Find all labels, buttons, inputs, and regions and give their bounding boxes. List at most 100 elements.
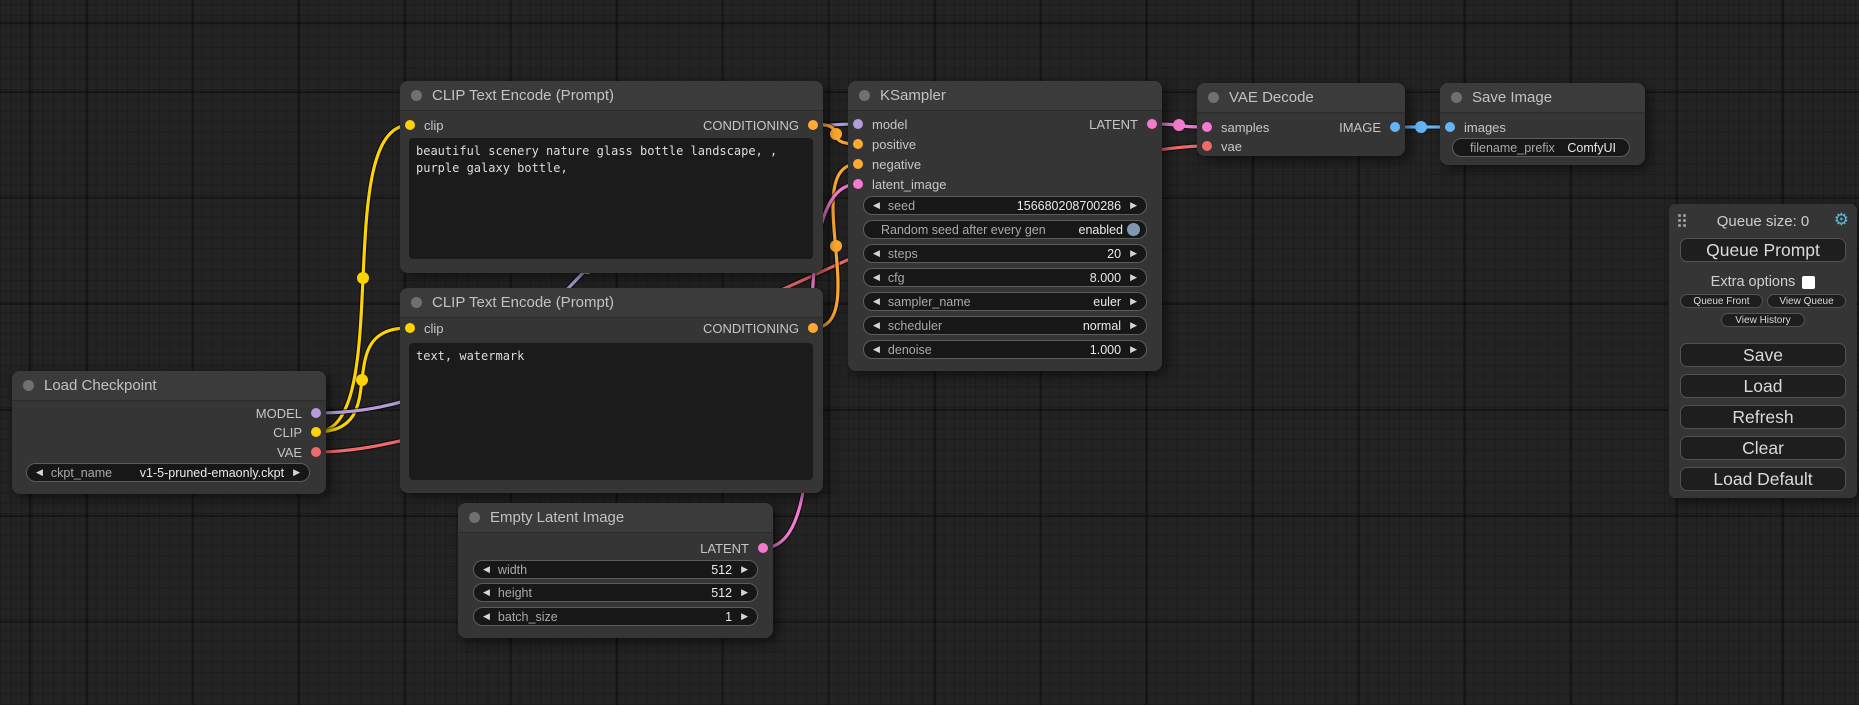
model-port-icon[interactable] (853, 119, 863, 129)
stepper-left-icon[interactable]: ◀ (483, 588, 490, 597)
stepper-left-icon[interactable]: ◀ (873, 297, 880, 306)
gear-icon[interactable]: ⚙ (1834, 210, 1849, 230)
input-slot-model[interactable]: model (853, 115, 907, 133)
conditioning-port-icon[interactable] (808, 323, 818, 333)
view-history-button[interactable]: View History (1721, 313, 1805, 327)
output-slot-model[interactable]: MODEL (256, 404, 321, 422)
stepper-right-icon[interactable]: ▶ (1130, 345, 1137, 354)
stepper-left-icon[interactable]: ◀ (873, 201, 880, 210)
view-queue-button[interactable]: View Queue (1767, 294, 1846, 308)
node-empty-latent-image[interactable]: Empty Latent Image LATENT ◀ width 512 ▶ … (458, 503, 773, 638)
random-seed-toggle[interactable]: Random seed after every gen enabled (863, 220, 1147, 239)
node-graph-canvas[interactable]: Load Checkpoint MODEL CLIP VAE ◀ ckpt_na… (0, 0, 1859, 705)
node-title-bar[interactable]: Empty Latent Image (458, 503, 773, 533)
latent-port-icon[interactable] (1202, 122, 1212, 132)
scheduler-widget[interactable]: ◀ scheduler normal ▶ (863, 316, 1147, 335)
conditioning-port-icon[interactable] (853, 139, 863, 149)
output-slot-clip[interactable]: CLIP (273, 423, 321, 441)
stepper-left-icon[interactable]: ◀ (873, 249, 880, 258)
collapse-dot-icon[interactable] (469, 512, 480, 523)
input-slot-vae[interactable]: vae (1202, 137, 1242, 155)
latent-port-icon[interactable] (1147, 119, 1157, 129)
queue-front-button[interactable]: Queue Front (1680, 294, 1763, 308)
node-title-bar[interactable]: CLIP Text Encode (Prompt) (400, 81, 823, 111)
stepper-right-icon[interactable]: ▶ (1130, 273, 1137, 282)
node-title-bar[interactable]: Load Checkpoint (12, 371, 326, 401)
seed-widget[interactable]: ◀ seed 156680208700286 ▶ (863, 196, 1147, 215)
stepper-right-icon[interactable]: ▶ (741, 588, 748, 597)
stepper-right-icon[interactable]: ▶ (741, 612, 748, 621)
batch-size-widget[interactable]: ◀ batch_size 1 ▶ (473, 607, 758, 626)
node-ksampler[interactable]: KSampler model positive negative latent_… (848, 81, 1162, 371)
vae-port-icon[interactable] (311, 447, 321, 457)
input-slot-clip[interactable]: clip (405, 116, 444, 134)
input-slot-images[interactable]: images (1445, 118, 1506, 136)
stepper-left-icon[interactable]: ◀ (873, 345, 880, 354)
positive-prompt-textarea[interactable]: beautiful scenery nature glass bottle la… (409, 138, 813, 259)
width-widget[interactable]: ◀ width 512 ▶ (473, 560, 758, 579)
node-clip-text-encode-negative[interactable]: CLIP Text Encode (Prompt) clip CONDITION… (400, 288, 823, 493)
output-slot-latent[interactable]: LATENT (700, 539, 768, 557)
conditioning-port-icon[interactable] (853, 159, 863, 169)
stepper-left-icon[interactable]: ◀ (873, 321, 880, 330)
height-widget[interactable]: ◀ height 512 ▶ (473, 583, 758, 602)
stepper-right-icon[interactable]: ▶ (741, 565, 748, 574)
negative-prompt-textarea[interactable]: text, watermark (409, 343, 813, 480)
clear-button[interactable]: Clear (1680, 436, 1846, 460)
node-title-bar[interactable]: KSampler (848, 81, 1162, 111)
filename-prefix-widget[interactable]: filename_prefix ComfyUI (1452, 138, 1630, 157)
clip-port-icon[interactable] (311, 427, 321, 437)
latent-port-icon[interactable] (853, 179, 863, 189)
queue-prompt-button[interactable]: Queue Prompt (1680, 238, 1846, 262)
collapse-dot-icon[interactable] (1451, 92, 1462, 103)
node-vae-decode[interactable]: VAE Decode samples vae IMAGE (1197, 83, 1405, 156)
stepper-left-icon[interactable]: ◀ (483, 612, 490, 621)
stepper-left-icon[interactable]: ◀ (483, 565, 490, 574)
node-title-bar[interactable]: CLIP Text Encode (Prompt) (400, 288, 823, 318)
node-title-bar[interactable]: Save Image (1440, 83, 1645, 113)
stepper-right-icon[interactable]: ▶ (1130, 321, 1137, 330)
stepper-right-icon[interactable]: ▶ (1130, 297, 1137, 306)
output-slot-image[interactable]: IMAGE (1339, 118, 1400, 136)
steps-widget[interactable]: ◀ steps 20 ▶ (863, 244, 1147, 263)
save-button[interactable]: Save (1680, 343, 1846, 367)
vae-port-icon[interactable] (1202, 141, 1212, 151)
sampler-name-widget[interactable]: ◀ sampler_name euler ▶ (863, 292, 1147, 311)
output-slot-vae[interactable]: VAE (277, 443, 321, 461)
node-clip-text-encode-positive[interactable]: CLIP Text Encode (Prompt) clip CONDITION… (400, 81, 823, 273)
latent-port-icon[interactable] (758, 543, 768, 553)
collapse-dot-icon[interactable] (411, 297, 422, 308)
collapse-dot-icon[interactable] (23, 380, 34, 391)
stepper-left-icon[interactable]: ◀ (873, 273, 880, 282)
extra-options-checkbox[interactable] (1802, 276, 1815, 289)
output-slot-conditioning[interactable]: CONDITIONING (703, 116, 818, 134)
denoise-widget[interactable]: ◀ denoise 1.000 ▶ (863, 340, 1147, 359)
node-title-bar[interactable]: VAE Decode (1197, 83, 1405, 113)
stepper-right-icon[interactable]: ▶ (1130, 201, 1137, 210)
stepper-right-icon[interactable]: ▶ (1130, 249, 1137, 258)
image-port-icon[interactable] (1390, 122, 1400, 132)
ckpt-name-widget[interactable]: ◀ ckpt_name v1-5-pruned-emaonly.ckpt ▶ (26, 463, 310, 482)
output-slot-latent[interactable]: LATENT (1089, 115, 1157, 133)
load-button[interactable]: Load (1680, 374, 1846, 398)
input-slot-positive[interactable]: positive (853, 135, 916, 153)
stepper-right-icon[interactable]: ▶ (293, 468, 300, 477)
load-default-button[interactable]: Load Default (1680, 467, 1846, 491)
toggle-knob-icon[interactable] (1127, 223, 1140, 236)
image-port-icon[interactable] (1445, 122, 1455, 132)
clip-port-icon[interactable] (405, 323, 415, 333)
refresh-button[interactable]: Refresh (1680, 405, 1846, 429)
collapse-dot-icon[interactable] (859, 90, 870, 101)
node-load-checkpoint[interactable]: Load Checkpoint MODEL CLIP VAE ◀ ckpt_na… (12, 371, 326, 494)
input-slot-negative[interactable]: negative (853, 155, 921, 173)
input-slot-clip[interactable]: clip (405, 319, 444, 337)
conditioning-port-icon[interactable] (808, 120, 818, 130)
clip-port-icon[interactable] (405, 120, 415, 130)
input-slot-latent-image[interactable]: latent_image (853, 175, 946, 193)
model-port-icon[interactable] (311, 408, 321, 418)
cfg-widget[interactable]: ◀ cfg 8.000 ▶ (863, 268, 1147, 287)
node-save-image[interactable]: Save Image images filename_prefix ComfyU… (1440, 83, 1645, 165)
collapse-dot-icon[interactable] (1208, 92, 1219, 103)
stepper-left-icon[interactable]: ◀ (36, 468, 43, 477)
input-slot-samples[interactable]: samples (1202, 118, 1269, 136)
